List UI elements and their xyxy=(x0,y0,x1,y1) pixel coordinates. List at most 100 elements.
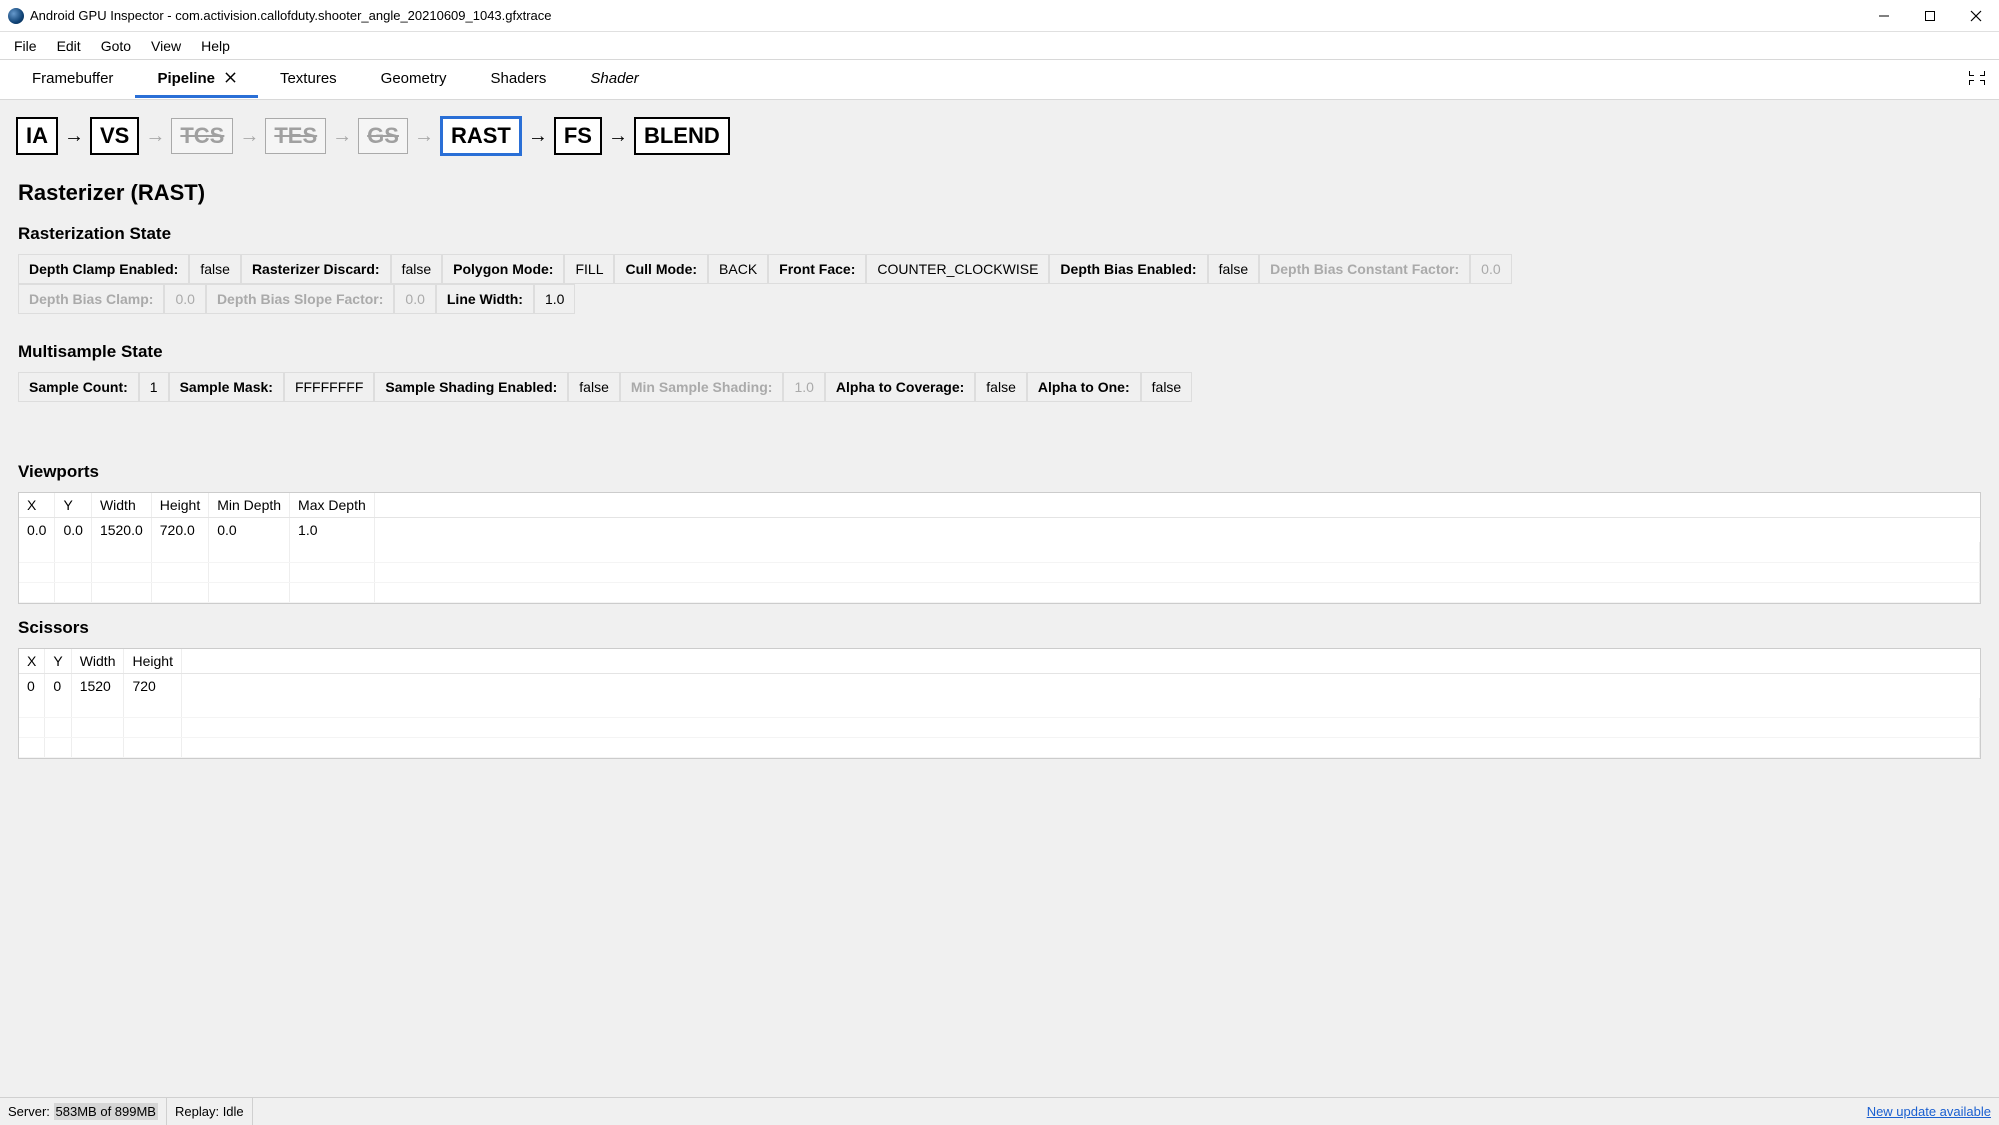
kv-label: Depth Bias Enabled: xyxy=(1049,254,1207,284)
kv-pair: Cull Mode:BACK xyxy=(614,254,768,284)
menu-goto[interactable]: Goto xyxy=(91,34,141,58)
kv-value: false xyxy=(189,254,241,284)
pipeline-stage-gs[interactable]: GS xyxy=(358,118,408,154)
table-row xyxy=(19,718,1980,738)
page-title: Rasterizer (RAST) xyxy=(18,180,1981,206)
kv-pair: Line Width:1.0 xyxy=(436,284,576,314)
kv-label: Alpha to One: xyxy=(1027,372,1141,402)
section-title-rasterization: Rasterization State xyxy=(18,224,1981,244)
table-row xyxy=(19,698,1980,718)
kv-pair: Sample Count:1 xyxy=(18,372,169,402)
menu-edit[interactable]: Edit xyxy=(47,34,91,58)
app-icon xyxy=(8,8,24,24)
kv-label: Min Sample Shading: xyxy=(620,372,784,402)
arrow-icon: → xyxy=(145,125,165,148)
table-header[interactable]: Height xyxy=(151,493,208,518)
table-row[interactable]: 0.00.01520.0720.00.01.0 xyxy=(19,518,1980,543)
kv-label: Sample Count: xyxy=(18,372,139,402)
collapse-icon[interactable] xyxy=(1955,62,1999,97)
statusbar: Server: 583MB of 899MB Replay: Idle New … xyxy=(0,1097,1999,1125)
pipeline-stage-ia[interactable]: IA xyxy=(16,117,58,155)
table-header[interactable]: Max Depth xyxy=(290,493,375,518)
kv-pair: Alpha to One:false xyxy=(1027,372,1192,402)
main-panel: Rasterizer (RAST) Rasterization State De… xyxy=(0,164,1999,1097)
kv-value: 0.0 xyxy=(394,284,435,314)
menu-view[interactable]: View xyxy=(141,34,191,58)
tab-geometry[interactable]: Geometry xyxy=(359,62,469,98)
section-title-viewports: Viewports xyxy=(18,462,1981,482)
table-row xyxy=(19,542,1980,562)
kv-label: Sample Mask: xyxy=(169,372,284,402)
kv-pair: Sample Shading Enabled:false xyxy=(374,372,620,402)
pipeline-stage-vs[interactable]: VS xyxy=(90,117,139,155)
pipeline-stage-rast[interactable]: RAST xyxy=(440,116,522,156)
viewports-table: XYWidthHeightMin DepthMax Depth0.00.0152… xyxy=(18,492,1981,604)
scissors-table: XYWidthHeight001520720 xyxy=(18,648,1981,760)
tab-textures[interactable]: Textures xyxy=(258,62,359,98)
kv-value: 0.0 xyxy=(1470,254,1511,284)
pipeline-stage-blend[interactable]: BLEND xyxy=(634,117,730,155)
table-header[interactable]: Width xyxy=(91,493,151,518)
table-header[interactable]: Min Depth xyxy=(209,493,290,518)
minimize-button[interactable] xyxy=(1861,0,1907,32)
table-cell: 720 xyxy=(124,673,181,698)
menu-file[interactable]: File xyxy=(4,34,47,58)
table-header[interactable]: X xyxy=(19,493,55,518)
table-header[interactable]: Y xyxy=(45,649,71,674)
table-header[interactable]: Height xyxy=(124,649,181,674)
kv-pair: Depth Bias Enabled:false xyxy=(1049,254,1259,284)
status-replay-label: Replay: xyxy=(175,1104,219,1119)
tab-label: Framebuffer xyxy=(32,70,113,87)
kv-pair: Sample Mask:FFFFFFFF xyxy=(169,372,375,402)
kv-pair: Min Sample Shading:1.0 xyxy=(620,372,825,402)
window-buttons xyxy=(1861,0,1999,32)
pipeline-stage-tes[interactable]: TES xyxy=(265,118,326,154)
section-title-multisample: Multisample State xyxy=(18,342,1981,362)
table-cell: 720.0 xyxy=(151,518,208,543)
kv-value: FFFFFFFF xyxy=(284,372,374,402)
table-cell: 1.0 xyxy=(290,518,375,543)
kv-pair: Depth Bias Clamp:0.0 xyxy=(18,284,206,314)
rasterization-state-table: Depth Clamp Enabled:falseRasterizer Disc… xyxy=(18,254,1981,314)
pipeline-stages-row: IA→VS→TCS→TES→GS→RAST→FS→BLEND xyxy=(0,100,1999,164)
kv-label: Depth Clamp Enabled: xyxy=(18,254,189,284)
close-button[interactable] xyxy=(1953,0,1999,32)
tab-framebuffer[interactable]: Framebuffer xyxy=(10,62,135,98)
kv-value: COUNTER_CLOCKWISE xyxy=(866,254,1049,284)
menubar: File Edit Goto View Help xyxy=(0,32,1999,60)
titlebar: Android GPU Inspector - com.activision.c… xyxy=(0,0,1999,32)
tab-label: Pipeline xyxy=(157,70,215,87)
table-row xyxy=(19,738,1980,758)
table-header[interactable]: X xyxy=(19,649,45,674)
kv-value: false xyxy=(391,254,443,284)
kv-pair: Rasterizer Discard:false xyxy=(241,254,442,284)
arrow-icon: → xyxy=(332,125,352,148)
multisample-state-table: Sample Count:1Sample Mask:FFFFFFFFSample… xyxy=(18,372,1981,402)
table-cell: 0 xyxy=(19,673,45,698)
kv-value: false xyxy=(975,372,1027,402)
kv-value: BACK xyxy=(708,254,768,284)
status-replay-value: Idle xyxy=(223,1104,244,1119)
pipeline-stage-tcs[interactable]: TCS xyxy=(171,118,233,154)
menu-help[interactable]: Help xyxy=(191,34,240,58)
table-cell: 0.0 xyxy=(209,518,290,543)
arrow-icon: → xyxy=(528,125,548,148)
kv-label: Depth Bias Clamp: xyxy=(18,284,164,314)
table-header[interactable]: Width xyxy=(71,649,124,674)
update-link[interactable]: New update available xyxy=(1867,1104,1991,1119)
tab-pipeline[interactable]: Pipeline xyxy=(135,62,258,98)
close-icon[interactable] xyxy=(225,70,236,87)
kv-pair: Polygon Mode:FILL xyxy=(442,254,614,284)
pipeline-stage-fs[interactable]: FS xyxy=(554,117,602,155)
status-server-value: 583MB of 899MB xyxy=(54,1103,158,1120)
maximize-button[interactable] xyxy=(1907,0,1953,32)
table-row[interactable]: 001520720 xyxy=(19,673,1980,698)
kv-pair: Depth Bias Slope Factor:0.0 xyxy=(206,284,436,314)
kv-label: Alpha to Coverage: xyxy=(825,372,975,402)
tab-shader-italic[interactable]: Shader xyxy=(568,62,660,98)
tab-shaders[interactable]: Shaders xyxy=(469,62,569,98)
kv-pair: Depth Bias Constant Factor:0.0 xyxy=(1259,254,1511,284)
table-header[interactable]: Y xyxy=(55,493,91,518)
kv-label: Sample Shading Enabled: xyxy=(374,372,568,402)
table-cell: 0 xyxy=(45,673,71,698)
